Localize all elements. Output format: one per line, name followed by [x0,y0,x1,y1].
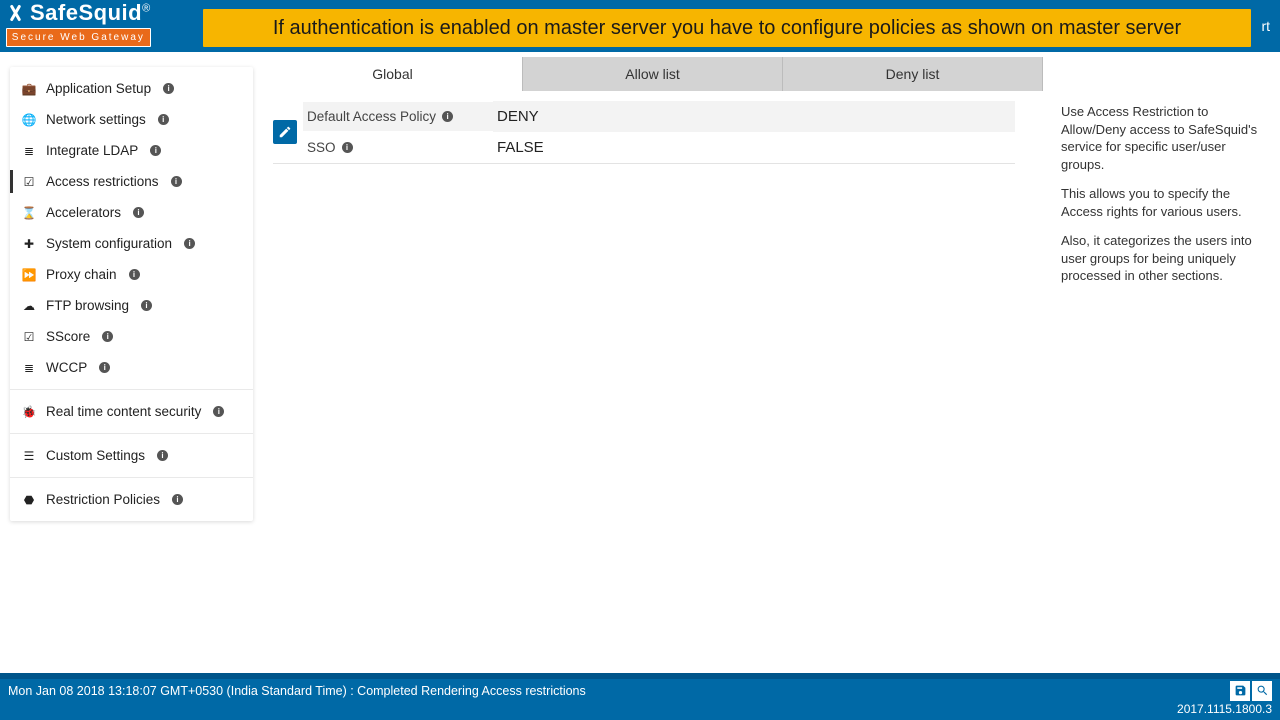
sidebar-heading[interactable]: ⬣ Restriction Policies i [10,484,253,515]
briefcase-icon: 💼 [22,82,36,96]
tab-global[interactable]: Global [263,57,523,91]
sidebar-item-ftp-browsing[interactable]: ☁ FTP browsing i [10,290,253,321]
sidebar-item-network-settings[interactable]: 🌐 Network settings i [10,104,253,135]
sidebar-item-label: Accelerators [46,205,121,220]
setting-label: Default Access Policyi [303,102,493,131]
check-square-icon: ☑ [22,175,36,189]
sliders-icon: ☰ [22,449,36,463]
sidebar-item-label: FTP browsing [46,298,129,313]
notice-banner: If authentication is enabled on master s… [203,9,1251,47]
sidebar-heading[interactable]: ☰ Custom Settings i [10,440,253,471]
logo-text: SafeSquid® [30,0,151,26]
info-icon[interactable]: i [129,269,140,280]
help-paragraph: This allows you to specify the Access ri… [1061,185,1268,220]
sidebar-heading-label: Real time content security [46,404,201,419]
info-icon[interactable]: i [342,142,353,153]
setting-value: DENY [493,101,1015,132]
info-icon[interactable]: i [158,114,169,125]
logo-block: SafeSquid® Secure Web Gateway [0,0,159,49]
sidebar-item-integrate-ldap[interactable]: ≣ Integrate LDAP i [10,135,253,166]
puzzle-icon: ✚ [22,237,36,251]
sidebar-heading-label: Custom Settings [46,448,145,463]
top-bar: SafeSquid® Secure Web Gateway If authent… [0,0,1280,52]
sidebar-item-label: WCCP [46,360,87,375]
sidebar-heading-label: Application Setup [46,81,151,96]
sidebar-item-label: Access restrictions [46,174,159,189]
sidebar-item-system-configuration[interactable]: ✚ System configuration i [10,228,253,259]
info-icon[interactable]: i [133,207,144,218]
settings-pane: Default Access PolicyiDENYSSOiFALSE [263,91,1055,297]
sidebar-item-label: System configuration [46,236,172,251]
sidebar-item-wccp[interactable]: ≣ WCCP i [10,352,253,383]
help-paragraph: Use Access Restriction to Allow/Deny acc… [1061,103,1268,173]
sidebar-item-label: Network settings [46,112,146,127]
info-icon[interactable]: i [213,406,224,417]
cloud-icon: ☁ [22,299,36,313]
info-icon[interactable]: i [157,450,168,461]
sidebar-item-proxy-chain[interactable]: ⏩ Proxy chain i [10,259,253,290]
logo-mark-icon [6,3,26,23]
sidebar-item-access-restrictions[interactable]: ☑ Access restrictions i [10,166,253,197]
globe-icon: 🌐 [22,113,36,127]
setting-label: SSOi [303,133,493,162]
info-icon[interactable]: i [171,176,182,187]
help-paragraph: Also, it categorizes the users into user… [1061,232,1268,285]
save-icon [1234,684,1247,697]
bug-icon: 🐞 [22,405,36,419]
sidebar-item-label: Proxy chain [46,267,117,282]
logo[interactable]: SafeSquid® [6,0,151,26]
help-panel: Use Access Restriction to Allow/Deny acc… [1055,91,1280,297]
version-text: 2017.1115.1800.3 [0,702,1280,718]
sidebar-heading-label: Restriction Policies [46,492,160,507]
sidebar-item-label: Integrate LDAP [46,143,138,158]
edit-button[interactable] [273,120,297,144]
shield-icon: ⬣ [22,493,36,507]
info-icon[interactable]: i [141,300,152,311]
gauge-icon: ⌛ [22,206,36,220]
info-icon[interactable]: i [163,83,174,94]
info-icon[interactable]: i [172,494,183,505]
info-icon[interactable]: i [150,145,161,156]
forward-icon: ⏩ [22,268,36,282]
sidebar-item-sscore[interactable]: ☑ SScore i [10,321,253,352]
info-icon[interactable]: i [184,238,195,249]
setting-value: FALSE [493,132,1015,163]
sidebar-item-label: SScore [46,329,90,344]
logo-tagline: Secure Web Gateway [6,28,151,47]
info-icon[interactable]: i [99,362,110,373]
list-icon: ≣ [22,144,36,158]
sidebar-heading[interactable]: 💼 Application Setup i [10,73,253,104]
tabs: GlobalAllow listDeny list [263,57,1280,91]
check-square-icon: ☑ [22,330,36,344]
sidebar-item-accelerators[interactable]: ⌛ Accelerators i [10,197,253,228]
save-button[interactable] [1230,681,1250,701]
tab-deny-list[interactable]: Deny list [783,57,1043,91]
search-icon [1256,684,1269,697]
topbar-right-text: rt [1261,0,1270,52]
info-icon[interactable]: i [102,331,113,342]
sidebar: 💼 Application Setup i 🌐 Network settings i ≣ In… [10,67,253,521]
storage-icon: ≣ [22,361,36,375]
tab-allow-list[interactable]: Allow list [523,57,783,91]
sidebar-heading[interactable]: 🐞 Real time content security i [10,396,253,427]
pencil-square-icon [278,125,292,139]
status-text: Mon Jan 08 2018 13:18:07 GMT+0530 (India… [8,684,586,698]
info-icon[interactable]: i [442,111,453,122]
search-button[interactable] [1252,681,1272,701]
footer: Mon Jan 08 2018 13:18:07 GMT+0530 (India… [0,673,1280,720]
